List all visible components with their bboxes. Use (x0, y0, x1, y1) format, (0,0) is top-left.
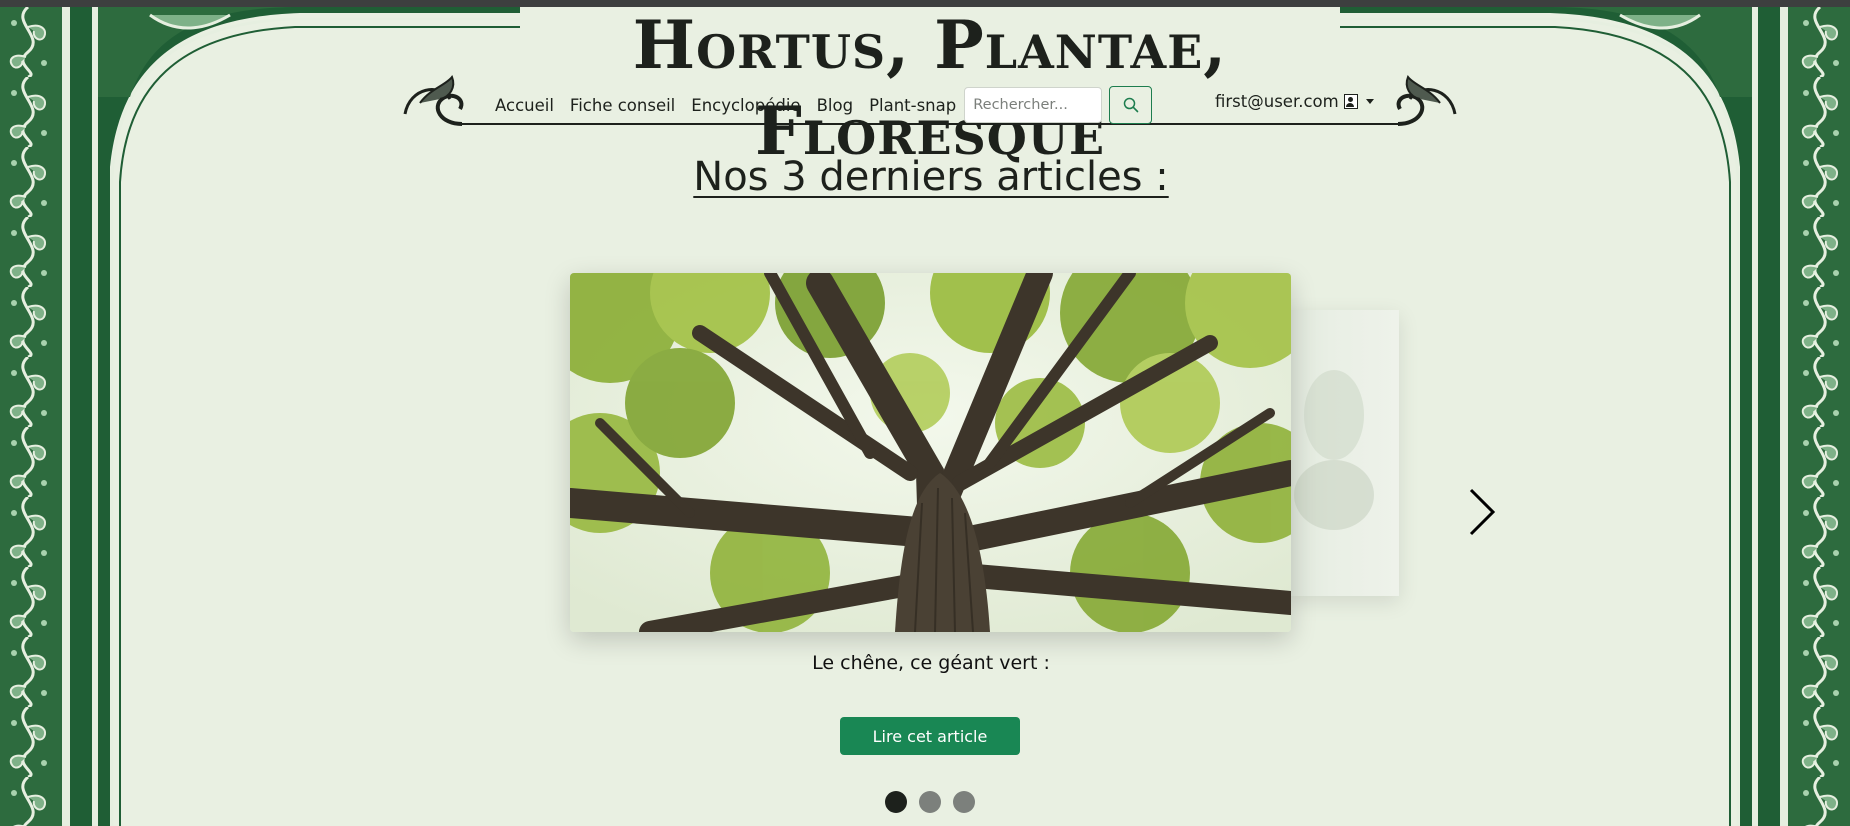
next-slide-preview (1284, 310, 1399, 596)
section-heading: Nos 3 derniers articles : (693, 154, 1169, 200)
main-nav: Accueil Fiche conseil Encyclopédie Blog … (495, 86, 1153, 124)
carousel-indicator-3[interactable] (953, 791, 975, 813)
read-article-button[interactable]: Lire cet article (840, 717, 1020, 755)
nav-link-blog[interactable]: Blog (817, 96, 853, 115)
nav-link-encyclopedie[interactable]: Encyclopédie (691, 96, 800, 115)
person-square-icon (1343, 94, 1358, 109)
oak-tree-photo (570, 273, 1291, 632)
nav-link-fiche-conseil[interactable]: Fiche conseil (570, 96, 675, 115)
search-button[interactable] (1109, 86, 1153, 124)
nav-link-plant-snap[interactable]: Plant-snap (869, 96, 956, 115)
carousel-indicator-1[interactable] (885, 791, 907, 813)
search-icon (1123, 97, 1139, 113)
nav-link-accueil[interactable]: Accueil (495, 96, 554, 115)
carousel-indicator-2[interactable] (919, 791, 941, 813)
search-input[interactable] (964, 87, 1103, 123)
carousel-slide-image[interactable] (570, 273, 1291, 632)
chevron-right-icon (1469, 488, 1496, 536)
user-menu-toggle[interactable]: first@user.com (1215, 92, 1374, 111)
slide-caption: Le chêne, ce géant vert : (812, 652, 1050, 674)
caret-down-icon (1365, 99, 1374, 104)
user-email: first@user.com (1215, 92, 1339, 111)
carousel-next-button[interactable] (1467, 488, 1497, 536)
carousel-indicators (885, 791, 987, 813)
